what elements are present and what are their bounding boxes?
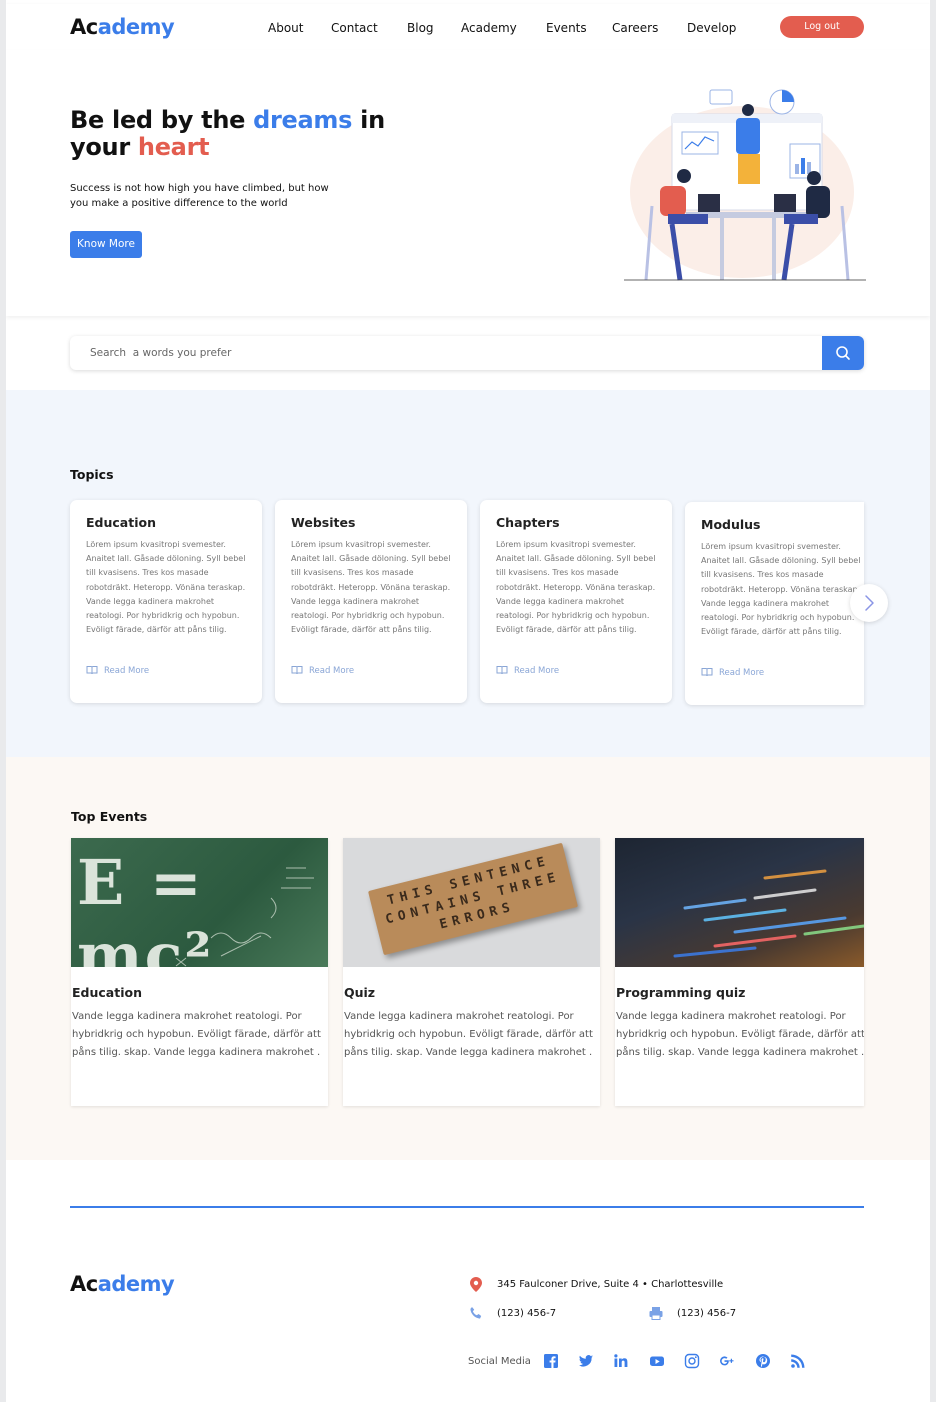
social-media-label: Social Media [468, 1356, 531, 1367]
book-icon [291, 666, 303, 675]
event-card-title: Quiz [344, 985, 376, 1000]
events-title: Top Events [71, 809, 148, 824]
topic-card-title: Websites [291, 515, 356, 530]
phone-icon [470, 1307, 482, 1319]
rss-icon[interactable] [790, 1353, 806, 1369]
hero-title-text: your [70, 133, 138, 161]
logo-text-blue: ademy [97, 1272, 175, 1296]
event-card-title: Programming quiz [616, 985, 746, 1000]
book-icon [86, 666, 98, 675]
topic-card-text: Lörem ipsum kvasitropi svemester. Anaite… [496, 540, 656, 635]
event-card[interactable]: E = mc² Education Vande legga kadinera m… [71, 838, 328, 1106]
google-plus-icon[interactable] [719, 1353, 735, 1369]
event-image-scrabble-tiles: THIS SENTENCE CONTAINS THREE ERRORS [343, 838, 600, 967]
hero-section: Be led by the dreams in your heart Succe… [6, 50, 930, 316]
instagram-icon[interactable] [684, 1353, 700, 1369]
site-logo[interactable]: Academy [70, 15, 175, 39]
hero-subtitle: Success is not how high you have climbed… [70, 183, 329, 209]
twitter-icon[interactable] [578, 1353, 594, 1369]
events-section: Top Events E = mc² Education Vande legga… [6, 757, 930, 1160]
search-button[interactable] [822, 336, 864, 370]
logout-button[interactable]: Log out [780, 16, 864, 38]
logo-text-dark: Ac [70, 15, 98, 39]
topic-card-title: Chapters [496, 515, 560, 530]
topic-card[interactable]: Websites Lörem ipsum kvasitropi svemeste… [275, 500, 467, 703]
hero-title-text: Be led by the [70, 106, 254, 134]
event-card-text: Vande legga kadinera makrohet reatologi.… [344, 1011, 593, 1058]
chevron-right-icon [865, 595, 874, 611]
read-more-link[interactable]: Read More [701, 667, 764, 678]
topic-card-text: Lörem ipsum kvasitropi svemester. Anaite… [701, 542, 861, 637]
search-icon [836, 346, 850, 360]
footer-fax: (123) 456-7 [677, 1308, 737, 1319]
hero-title: Be led by the dreams in your heart [70, 107, 385, 161]
footer-address: 345 Faulconer Drive, Suite 4 • Charlotte… [497, 1279, 724, 1290]
event-card[interactable]: Programming quiz Vande legga kadinera ma… [615, 838, 864, 1106]
topics-title: Topics [70, 467, 114, 482]
book-icon [701, 668, 713, 677]
nav-link-blog[interactable]: Blog [407, 21, 434, 35]
nav-link-contact[interactable]: Contact [331, 21, 378, 35]
event-card-text: Vande legga kadinera makrohet reatologi.… [616, 1011, 864, 1058]
read-more-label: Read More [514, 666, 560, 676]
pinterest-icon[interactable] [755, 1353, 771, 1369]
carousel-next-button[interactable] [850, 584, 888, 622]
book-icon [496, 666, 508, 675]
topic-card-title: Education [86, 515, 156, 530]
event-card-title: Education [72, 985, 142, 1000]
footer-logo[interactable]: Academy [70, 1272, 175, 1296]
read-more-link[interactable]: Read More [86, 665, 149, 676]
topic-card[interactable]: Education Lörem ipsum kvasitropi svemest… [70, 500, 262, 703]
hero-title-highlight-red: heart [137, 133, 210, 161]
top-nav-bar: Academy About Contact Blog Academy Event… [6, 4, 930, 50]
youtube-icon[interactable] [649, 1353, 665, 1369]
read-more-label: Read More [719, 668, 765, 678]
topic-card-title: Modulus [701, 517, 761, 532]
logo-text-dark: Ac [70, 1272, 98, 1296]
linkedin-icon[interactable] [613, 1353, 629, 1369]
event-card-text: Vande legga kadinera makrohet reatologi.… [72, 1011, 321, 1058]
topic-card[interactable]: Chapters Lörem ipsum kvasitropi svemeste… [480, 500, 672, 703]
fax-printer-icon [649, 1307, 663, 1320]
facebook-icon[interactable] [543, 1353, 559, 1369]
read-more-label: Read More [309, 666, 355, 676]
search-bar [70, 336, 864, 370]
logo-text-blue: ademy [97, 15, 175, 39]
read-more-link[interactable]: Read More [291, 665, 354, 676]
read-more-link[interactable]: Read More [496, 665, 559, 676]
event-card[interactable]: THIS SENTENCE CONTAINS THREE ERRORS Quiz… [343, 838, 600, 1106]
nav-link-careers[interactable]: Careers [612, 21, 658, 35]
hero-illustration [624, 89, 866, 281]
topics-section: Topics Education Lörem ipsum kvasitropi … [6, 390, 930, 757]
read-more-label: Read More [104, 666, 150, 676]
nav-link-develop[interactable]: Develop [687, 21, 736, 35]
topic-card[interactable]: Modulus Lörem ipsum kvasitropi svemester… [685, 502, 864, 705]
nav-link-about[interactable]: About [268, 21, 303, 35]
footer-phone[interactable]: (123) 456-7 [497, 1308, 556, 1319]
chalk-scribbles [175, 867, 314, 967]
search-input[interactable] [70, 336, 822, 370]
nav-link-academy[interactable]: Academy [461, 21, 517, 35]
hero-title-highlight-blue: dreams [253, 106, 353, 134]
page: Academy About Contact Blog Academy Event… [6, 0, 930, 1402]
know-more-button[interactable]: Know More [70, 231, 142, 258]
topic-card-text: Lörem ipsum kvasitropi svemester. Anaite… [291, 540, 451, 635]
topic-card-text: Lörem ipsum kvasitropi svemester. Anaite… [86, 540, 246, 635]
event-image-code-screen [615, 838, 864, 967]
scrabble-text: THIS SENTENCE CONTAINS THREE ERRORS [367, 842, 579, 956]
event-image-chalkboard: E = mc² [71, 838, 328, 967]
nav-link-events[interactable]: Events [546, 21, 587, 35]
footer-divider [70, 1206, 864, 1208]
location-pin-icon [470, 1277, 482, 1292]
hero-title-text: in [352, 106, 385, 134]
code-lines [673, 869, 864, 958]
